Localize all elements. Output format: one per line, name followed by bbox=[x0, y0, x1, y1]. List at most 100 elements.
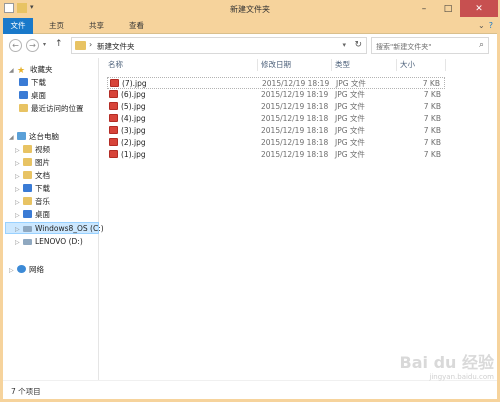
table-row[interactable]: (6).jpg 2015/12/19 18:19 JPG 文件 7 KB bbox=[107, 89, 445, 101]
file-type: JPG 文件 bbox=[335, 126, 365, 135]
image-file-icon bbox=[110, 79, 119, 87]
tab-view[interactable]: 查看 bbox=[121, 18, 152, 34]
recent-locations-icon[interactable]: ▾ bbox=[43, 41, 46, 48]
file-name: (2).jpg bbox=[121, 138, 146, 147]
content-area: ◢ ★ 收藏夹 下载 桌面 最近访问的位置 ◢ 这台电脑 ▷ 视频 ▷ 图片 ▷ 文档 bbox=[3, 58, 497, 380]
file-size: 7 KB bbox=[423, 138, 441, 147]
nav-label: 图片 bbox=[35, 158, 50, 167]
table-row[interactable]: (5).jpg 2015/12/19 18:18 JPG 文件 7 KB bbox=[107, 101, 445, 113]
search-input[interactable]: 搜索"新建文件夹" ⌕ bbox=[371, 37, 489, 54]
search-icon[interactable]: ⌕ bbox=[479, 40, 484, 50]
column-divider[interactable] bbox=[257, 59, 258, 71]
expand-arrow-icon[interactable]: ▷ bbox=[15, 237, 23, 249]
file-type: JPG 文件 bbox=[335, 138, 365, 147]
expand-arrow-icon[interactable]: ▷ bbox=[15, 184, 23, 196]
nav-this-pc[interactable]: ◢ 这台电脑 bbox=[9, 131, 59, 143]
videos-folder-icon bbox=[23, 145, 32, 153]
nav-label: 下载 bbox=[31, 78, 46, 87]
file-date: 2015/12/19 18:19 bbox=[261, 90, 329, 99]
chevron-down-icon[interactable]: ▾ bbox=[342, 41, 346, 49]
expand-arrow-icon[interactable]: ▷ bbox=[15, 145, 23, 157]
expand-ribbon-icon[interactable]: ⌄ bbox=[478, 21, 485, 30]
collapse-arrow-icon[interactable]: ◢ bbox=[9, 132, 17, 144]
help-icon[interactable]: ? bbox=[489, 21, 493, 30]
nav-label: 音乐 bbox=[35, 197, 50, 206]
expand-arrow-icon[interactable]: ▷ bbox=[15, 171, 23, 183]
watermark-brand: Bai du 经验 bbox=[399, 353, 494, 372]
table-row[interactable]: (7).jpg 2015/12/19 18:19 JPG 文件 7 KB bbox=[107, 77, 445, 89]
desktop-folder-icon bbox=[23, 210, 32, 218]
nav-item-documents[interactable]: ▷ 文档 bbox=[15, 170, 50, 182]
nav-item-downloads-pc[interactable]: ▷ 下载 bbox=[15, 183, 50, 195]
file-name: (6).jpg bbox=[121, 90, 146, 99]
drive-icon bbox=[23, 239, 32, 245]
nav-item-drive-c[interactable]: ▷ Windows8_OS (C:) bbox=[5, 222, 104, 236]
expand-arrow-icon[interactable]: ▷ bbox=[15, 158, 23, 170]
file-name: (7).jpg bbox=[122, 79, 147, 88]
nav-label: 收藏夹 bbox=[30, 65, 53, 74]
watermark-url: jingyan.baidu.com bbox=[429, 373, 494, 381]
nav-item-desktop-pc[interactable]: ▷ 桌面 bbox=[15, 209, 50, 221]
nav-item-music[interactable]: ▷ 音乐 bbox=[15, 196, 50, 208]
back-button[interactable]: ← bbox=[9, 39, 22, 52]
tab-share[interactable]: 共享 bbox=[81, 18, 112, 34]
music-folder-icon bbox=[23, 197, 32, 205]
chevron-right-icon[interactable]: › bbox=[89, 40, 92, 49]
column-header-name[interactable]: 名称 bbox=[108, 58, 123, 72]
image-file-icon bbox=[109, 90, 118, 98]
navigation-pane: ◢ ★ 收藏夹 下载 桌面 最近访问的位置 ◢ 这台电脑 ▷ 视频 ▷ 图片 ▷ 文档 bbox=[3, 58, 104, 380]
nav-item-drive-d[interactable]: ▷ LENOVO (D:) bbox=[15, 236, 83, 248]
column-divider[interactable] bbox=[445, 59, 446, 71]
file-name: (5).jpg bbox=[121, 102, 146, 111]
nav-label: LENOVO (D:) bbox=[35, 237, 83, 246]
file-date: 2015/12/19 18:18 bbox=[261, 138, 329, 147]
collapse-arrow-icon[interactable]: ◢ bbox=[9, 65, 17, 77]
expand-arrow-icon[interactable]: ▷ bbox=[15, 224, 23, 236]
nav-item-videos[interactable]: ▷ 视频 bbox=[15, 144, 50, 156]
file-size: 7 KB bbox=[423, 114, 441, 123]
explorer-window: ▾ 新建文件夹 – □ ✕ 文件 主页 共享 查看 ⌄ ? ← → ▾ ↑ › … bbox=[0, 0, 500, 402]
nav-label: 下载 bbox=[35, 184, 50, 193]
item-count: 7 个项目 bbox=[11, 387, 41, 396]
nav-item-downloads[interactable]: 下载 bbox=[19, 77, 46, 89]
forward-button[interactable]: → bbox=[26, 39, 39, 52]
nav-item-recent[interactable]: 最近访问的位置 bbox=[19, 103, 84, 115]
column-header-modified[interactable]: 修改日期 bbox=[261, 58, 291, 72]
computer-icon bbox=[17, 132, 26, 140]
refresh-icon[interactable]: ↻ bbox=[354, 40, 362, 50]
folder-icon bbox=[75, 41, 86, 50]
nav-item-desktop[interactable]: 桌面 bbox=[19, 90, 46, 102]
close-button[interactable]: ✕ bbox=[460, 0, 498, 17]
image-file-icon bbox=[109, 126, 118, 134]
file-date: 2015/12/19 18:18 bbox=[261, 126, 329, 135]
table-row[interactable]: (4).jpg 2015/12/19 18:18 JPG 文件 7 KB bbox=[107, 113, 445, 125]
table-row[interactable]: (3).jpg 2015/12/19 18:18 JPG 文件 7 KB bbox=[107, 125, 445, 137]
expand-arrow-icon[interactable]: ▷ bbox=[15, 210, 23, 222]
table-row[interactable]: (1).jpg 2015/12/19 18:18 JPG 文件 7 KB bbox=[107, 149, 445, 161]
file-name: (3).jpg bbox=[121, 126, 146, 135]
tab-home[interactable]: 主页 bbox=[41, 18, 72, 34]
nav-network[interactable]: ▷ 网络 bbox=[9, 264, 44, 276]
watermark: Bai du 经验 jingyan.baidu.com bbox=[374, 349, 494, 389]
expand-arrow-icon[interactable]: ▷ bbox=[15, 197, 23, 209]
nav-label: Windows8_OS (C:) bbox=[35, 224, 104, 233]
column-divider[interactable] bbox=[331, 59, 332, 71]
minimize-button[interactable]: – bbox=[412, 0, 436, 17]
column-header-size[interactable]: 大小 bbox=[400, 58, 415, 72]
image-file-icon bbox=[109, 102, 118, 110]
breadcrumb[interactable]: 新建文件夹 bbox=[97, 41, 135, 52]
file-size: 7 KB bbox=[423, 126, 441, 135]
nav-favorites[interactable]: ◢ ★ 收藏夹 bbox=[9, 64, 53, 76]
file-size: 7 KB bbox=[422, 79, 440, 88]
table-row[interactable]: (2).jpg 2015/12/19 18:18 JPG 文件 7 KB bbox=[107, 137, 445, 149]
expand-arrow-icon[interactable]: ▷ bbox=[9, 265, 17, 277]
nav-label: 网络 bbox=[29, 265, 44, 274]
up-arrow-icon[interactable]: ↑ bbox=[55, 39, 63, 49]
column-divider[interactable] bbox=[396, 59, 397, 71]
drive-icon bbox=[23, 226, 32, 232]
maximize-button[interactable]: □ bbox=[436, 0, 460, 17]
tab-file[interactable]: 文件 bbox=[3, 18, 33, 34]
nav-item-pictures[interactable]: ▷ 图片 bbox=[15, 157, 50, 169]
address-bar[interactable]: › 新建文件夹 ▾ ↻ bbox=[71, 37, 367, 54]
column-header-type[interactable]: 类型 bbox=[335, 58, 350, 72]
